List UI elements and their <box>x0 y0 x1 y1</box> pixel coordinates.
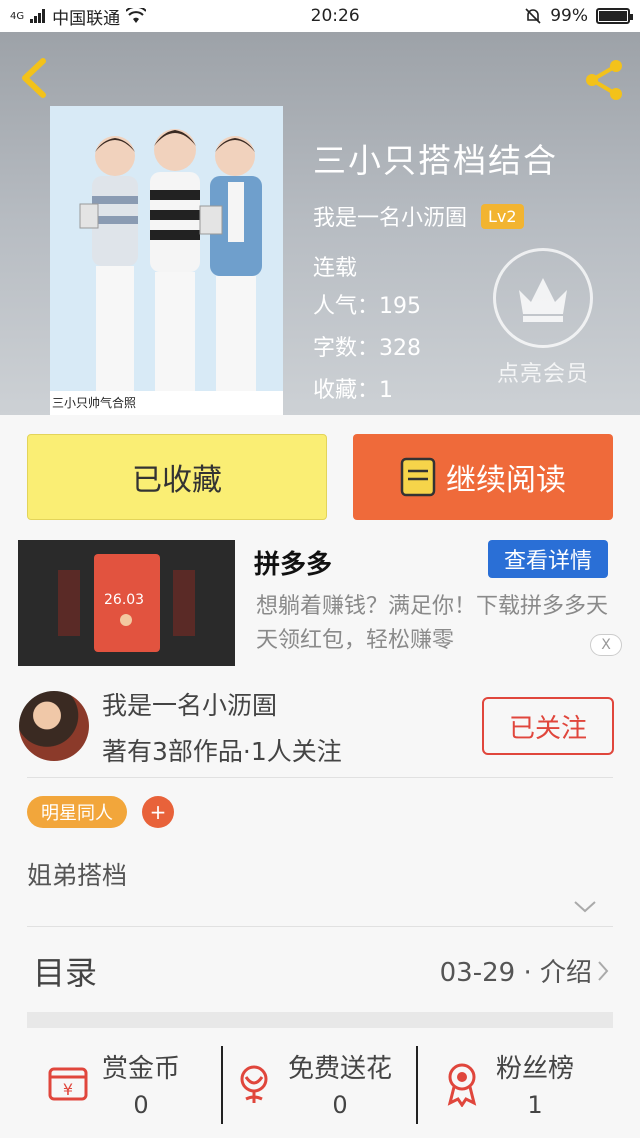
continue-label: 继续阅读 <box>446 463 566 498</box>
expand-chevron-icon[interactable] <box>572 896 598 916</box>
status-right: 99% <box>524 6 633 26</box>
ad-thumb-amount: 26.03 <box>104 592 145 608</box>
status-left: 4G 中国联通 <box>10 4 147 29</box>
svg-text:¥: ¥ <box>63 1080 73 1099</box>
author-stats: 著有3部作品·1人关注 <box>102 737 342 766</box>
ad-description: 想躺着赚钱？满足你！下载拼多多天天领红包，轻松赚零 <box>256 594 609 653</box>
carrier-label: 中国联通 <box>52 8 121 29</box>
reward-coin-button[interactable]: ¥ 赏金币 0 <box>44 1028 180 1138</box>
reward-coin-label: 赏金币 <box>102 1053 181 1084</box>
book-title: 三小只搭档结合 <box>313 141 558 180</box>
book-icon <box>400 457 436 497</box>
bottom-separator <box>416 1046 418 1124</box>
status-bar: 4G 中国联通 20:26 99% <box>0 0 640 32</box>
vip-circle <box>493 248 593 348</box>
book-favorites: 收藏：1 <box>313 378 393 403</box>
vip-label: 点亮会员 <box>496 362 589 387</box>
send-flower-button[interactable]: 免费送花 0 <box>230 1028 392 1138</box>
ad-banner[interactable]: 26.03 拼多多 查看详情 想躺着赚钱？满足你！下载拼多多天天领红包，轻松赚零… <box>18 540 622 668</box>
share-icon <box>586 60 622 100</box>
add-tag-button[interactable]: + <box>142 796 174 828</box>
book-popularity: 人气：195 <box>313 294 421 319</box>
level-badge: Lv2 <box>481 203 524 229</box>
back-button[interactable] <box>16 56 52 100</box>
avatar[interactable] <box>19 691 89 761</box>
fan-ranking-value: 1 <box>527 1090 543 1119</box>
flower-icon <box>240 1065 268 1103</box>
toc-label: 目录 <box>33 954 98 992</box>
reward-coin-value: 0 <box>133 1090 149 1119</box>
battery-level <box>598 11 627 21</box>
fan-ranking-label: 粉丝榜 <box>496 1053 575 1084</box>
follow-button[interactable]: 已关注 <box>482 697 614 755</box>
reward-coin-icon: ¥ <box>48 1067 88 1101</box>
collected-label: 已收藏 <box>132 463 222 498</box>
wifi-icon <box>126 8 147 23</box>
book-status: 连载 <box>313 256 358 281</box>
clock: 20:26 <box>310 6 360 26</box>
tag-chip[interactable]: 明星同人 <box>27 796 127 828</box>
battery-icon <box>595 8 633 24</box>
chevron-right-icon <box>598 961 609 981</box>
collected-button[interactable]: 已收藏 <box>27 434 327 520</box>
ad-detail-button[interactable]: 查看详情 <box>488 540 608 578</box>
signal-icon <box>30 9 46 23</box>
cover-photo <box>50 106 283 391</box>
book-author-row: 我是一名小沥圄 Lv2 <box>313 200 524 232</box>
send-flower-value: 0 <box>332 1090 348 1119</box>
fan-ranking-button[interactable]: 粉丝榜 1 <box>438 1028 574 1138</box>
author-name: 我是一名小沥圄 <box>102 691 278 720</box>
send-flower-label: 免费送花 <box>288 1053 393 1084</box>
book-summary: 姐弟搭档 <box>27 861 128 890</box>
divider <box>27 926 613 927</box>
vip-badge[interactable]: 点亮会员 <box>491 248 595 388</box>
share-button[interactable] <box>580 56 628 104</box>
book-word-count: 字数：328 <box>313 336 421 361</box>
book-author[interactable]: 我是一名小沥圄 <box>313 200 467 232</box>
medal-icon <box>447 1063 477 1107</box>
table-of-contents-row[interactable]: 目录 03-29 · 介绍 <box>0 930 640 1012</box>
divider <box>27 777 613 778</box>
back-chevron-icon <box>22 58 46 98</box>
cover-caption: 三小只帅气合照 <box>50 391 283 415</box>
battery-percent: 99% <box>550 6 588 26</box>
book-cover[interactable]: 三小只帅气合照 <box>50 106 283 415</box>
continue-reading-button[interactable]: 继续阅读 <box>353 434 613 520</box>
author-card[interactable]: 我是一名小沥圄 著有3部作品·1人关注 已关注 <box>0 680 640 776</box>
section-gap <box>27 1012 613 1028</box>
ad-thumbnail[interactable]: 26.03 <box>18 540 235 666</box>
toc-info: 03-29 · 介绍 <box>439 958 592 988</box>
ad-close-button[interactable]: X <box>590 634 622 656</box>
mute-bell-icon <box>525 8 541 24</box>
bottom-bar: ¥ 赏金币 0 免费送花 0 粉丝榜 1 <box>0 1028 640 1138</box>
network-label: 4G <box>10 10 25 22</box>
crown-icon <box>519 278 567 322</box>
book-hero: 三小只帅气合照 三小只搭档结合 我是一名小沥圄 Lv2 连载 人气：195 字数… <box>0 32 640 415</box>
ad-title: 拼多多 <box>254 550 333 580</box>
bottom-separator <box>221 1046 223 1124</box>
